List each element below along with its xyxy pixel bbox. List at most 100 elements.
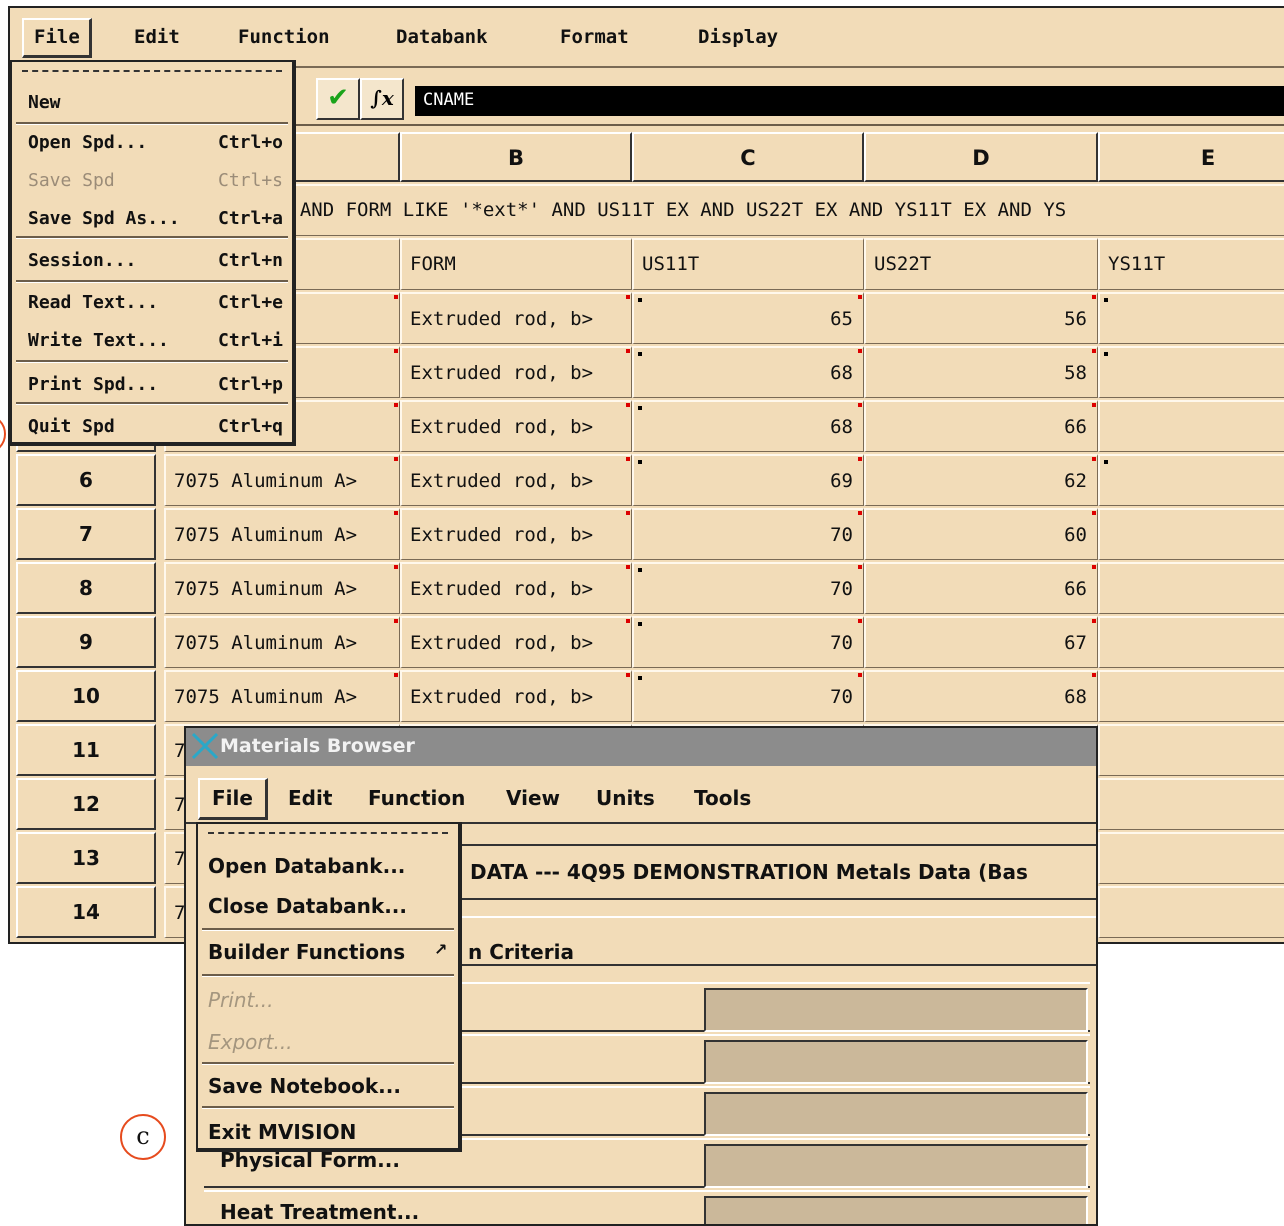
menu-item-session[interactable]: Session... Ctrl+n <box>12 242 292 278</box>
field-name-cell[interactable]: YS11T <box>1098 238 1284 290</box>
cell-form[interactable]: Extruded rod, b> <box>400 562 632 614</box>
row-number[interactable]: 9 <box>16 616 156 668</box>
cell-us11t[interactable]: 70 <box>632 562 864 614</box>
cell-form[interactable]: Extruded rod, b> <box>400 346 632 398</box>
criteria-row-heat-treatment[interactable]: Heat Treatment... <box>204 1190 1090 1224</box>
menu-item-builder-functions[interactable]: Builder Functions ↗ <box>198 932 458 970</box>
submenu-arrow-icon: ↗ <box>434 940 448 959</box>
cell-us22t[interactable]: 56 <box>864 292 1098 344</box>
menu-file[interactable]: File <box>22 18 92 58</box>
row-number[interactable]: 7 <box>16 508 156 560</box>
formula-input[interactable]: CNAME <box>415 86 1284 116</box>
cell-us22t[interactable]: 66 <box>864 562 1098 614</box>
spreadsheet-file-menu: New Open Spd... Ctrl+o Save Spd Ctrl+s Sav… <box>10 60 296 446</box>
menu-item-open-databank[interactable]: Open Databank... <box>198 846 458 884</box>
cell-form[interactable]: Extruded rod, b> <box>400 670 632 722</box>
column-header-e[interactable]: E <box>1098 132 1284 182</box>
cell-ys11t[interactable] <box>1098 616 1284 668</box>
row-number[interactable]: 14 <box>16 886 156 938</box>
menu-function[interactable]: Function <box>238 26 330 48</box>
query-row[interactable]: E '*7075*' AND FORM LIKE '*ext*' AND US1… <box>164 184 1284 236</box>
cell-ys11t[interactable] <box>1098 886 1284 938</box>
cell-form[interactable]: Extruded rod, b> <box>400 454 632 506</box>
row-number[interactable]: 12 <box>16 778 156 830</box>
function-icon[interactable]: ∫x <box>360 78 404 120</box>
cell-us11t[interactable]: 70 <box>632 670 864 722</box>
cell-us11t[interactable]: 70 <box>632 508 864 560</box>
cell-us22t[interactable]: 58 <box>864 346 1098 398</box>
browser-menu-tools[interactable]: Tools <box>694 786 751 810</box>
menu-item-exit-mvision[interactable]: Exit MVISION <box>198 1112 458 1150</box>
cell-us11t[interactable]: 68 <box>632 346 864 398</box>
menu-format[interactable]: Format <box>560 26 629 48</box>
cell-material[interactable]: 7075 Aluminum A> <box>164 670 400 722</box>
cell-us22t[interactable]: 68 <box>864 670 1098 722</box>
criteria-field[interactable] <box>704 988 1088 1032</box>
cell-form[interactable]: Extruded rod, b> <box>400 616 632 668</box>
menu-item-read-text[interactable]: Read Text... Ctrl+e <box>12 284 292 320</box>
cell-material[interactable]: 7075 Aluminum A> <box>164 616 400 668</box>
cell-form[interactable]: Extruded rod, b> <box>400 508 632 560</box>
cell-us11t[interactable]: 69 <box>632 454 864 506</box>
column-header-d[interactable]: D <box>864 132 1098 182</box>
cell-us22t[interactable]: 60 <box>864 508 1098 560</box>
databank-title: DATA --- 4Q95 DEMONSTRATION Metals Data … <box>462 844 1096 900</box>
criteria-field[interactable] <box>704 1092 1088 1136</box>
column-header-b[interactable]: B <box>400 132 632 182</box>
cell-ys11t[interactable] <box>1098 832 1284 884</box>
browser-title-bar[interactable]: Materials Browser <box>186 728 1096 766</box>
cell-us11t[interactable]: 65 <box>632 292 864 344</box>
cell-us22t[interactable]: 62 <box>864 454 1098 506</box>
cell-ys11t[interactable] <box>1098 454 1284 506</box>
criteria-field[interactable] <box>704 1040 1088 1084</box>
tear-off-line[interactable] <box>22 70 282 72</box>
column-header-c[interactable]: C <box>632 132 864 182</box>
browser-menu-view[interactable]: View <box>506 786 560 810</box>
cell-us22t[interactable]: 67 <box>864 616 1098 668</box>
tear-off-line[interactable] <box>208 832 448 834</box>
menu-item-new[interactable]: New <box>12 84 292 120</box>
menu-display[interactable]: Display <box>698 26 778 48</box>
accept-icon[interactable]: ✔ <box>316 78 360 120</box>
menu-databank[interactable]: Databank <box>396 26 488 48</box>
field-name-cell[interactable]: US11T <box>632 238 864 290</box>
menu-item-print-spd[interactable]: Print Spd... Ctrl+p <box>12 366 292 402</box>
cell-material[interactable]: 7075 Aluminum A> <box>164 562 400 614</box>
browser-menu-function[interactable]: Function <box>368 786 465 810</box>
row-number[interactable]: 10 <box>16 670 156 722</box>
browser-menu-file[interactable]: File <box>198 778 268 820</box>
menu-item-quit-spd[interactable]: Quit Spd Ctrl+q <box>12 408 292 444</box>
cell-us11t[interactable]: 68 <box>632 400 864 452</box>
menu-item-write-text[interactable]: Write Text... Ctrl+i <box>12 322 292 358</box>
cell-form[interactable]: Extruded rod, b> <box>400 400 632 452</box>
cell-ys11t[interactable] <box>1098 562 1284 614</box>
menu-item-print: Print... <box>208 988 274 1012</box>
menu-edit[interactable]: Edit <box>134 26 180 48</box>
cell-ys11t[interactable] <box>1098 778 1284 830</box>
row-number[interactable]: 11 <box>16 724 156 776</box>
cell-form[interactable]: Extruded rod, b> <box>400 292 632 344</box>
cell-material[interactable]: 7075 Aluminum A> <box>164 454 400 506</box>
cell-ys11t[interactable] <box>1098 346 1284 398</box>
field-name-cell[interactable]: US22T <box>864 238 1098 290</box>
menu-item-save-spd-as[interactable]: Save Spd As... Ctrl+a <box>12 200 292 236</box>
cell-ys11t[interactable] <box>1098 508 1284 560</box>
row-number[interactable]: 13 <box>16 832 156 884</box>
menu-item-save-notebook[interactable]: Save Notebook... <box>198 1066 458 1104</box>
menu-item-open-spd[interactable]: Open Spd... Ctrl+o <box>12 124 292 160</box>
cell-ys11t[interactable] <box>1098 724 1284 776</box>
cell-ys11t[interactable] <box>1098 400 1284 452</box>
cell-ys11t[interactable] <box>1098 670 1284 722</box>
criteria-field[interactable] <box>704 1196 1088 1224</box>
cell-ys11t[interactable] <box>1098 292 1284 344</box>
field-name-cell[interactable]: FORM <box>400 238 632 290</box>
criteria-field[interactable] <box>704 1144 1088 1188</box>
browser-menu-units[interactable]: Units <box>596 786 655 810</box>
cell-us11t[interactable]: 70 <box>632 616 864 668</box>
row-number[interactable]: 6 <box>16 454 156 506</box>
row-number[interactable]: 8 <box>16 562 156 614</box>
cell-us22t[interactable]: 66 <box>864 400 1098 452</box>
browser-menu-edit[interactable]: Edit <box>288 786 332 810</box>
cell-material[interactable]: 7075 Aluminum A> <box>164 508 400 560</box>
menu-item-close-databank[interactable]: Close Databank... <box>198 886 458 924</box>
